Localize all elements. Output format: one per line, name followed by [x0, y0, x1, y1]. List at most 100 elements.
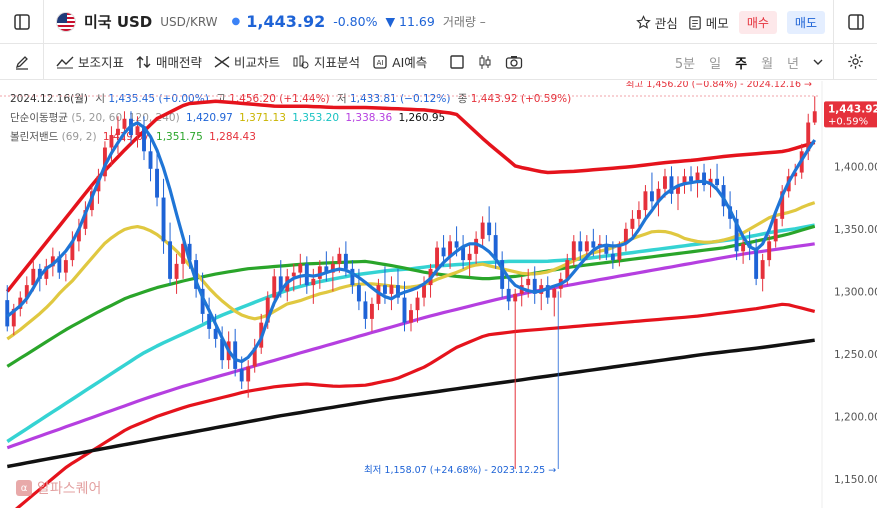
alphasquare-logo-icon: α: [16, 480, 32, 496]
candle-body: [148, 151, 153, 169]
candle-body: [311, 278, 316, 286]
candle-body: [389, 285, 394, 294]
candle-body: [441, 247, 446, 257]
price-chart[interactable]: 1,150.00 1,200.00 1,250.00 1,300.00 1,350.00…: [0, 79, 877, 512]
volume: 거래량 –: [442, 15, 486, 29]
current-price: 1,443.92: [246, 12, 326, 31]
candle-body: [135, 126, 140, 136]
candle-body: [630, 218, 635, 229]
candle-body: [174, 263, 179, 279]
candle-body: [109, 135, 114, 148]
chevron-down-icon[interactable]: [813, 58, 823, 66]
candle-body: [643, 191, 648, 211]
candle-body: [663, 176, 667, 189]
candle-body: [767, 241, 772, 261]
sidebar-toggle-button[interactable]: [0, 0, 44, 43]
candle-body: [715, 178, 720, 186]
candle-body: [741, 243, 746, 252]
tool-label: 보조지표: [78, 55, 125, 70]
period-5min[interactable]: 5분: [675, 53, 695, 72]
low-annotation: 최저 1,158.07 (+24.68%) - 2023.12.25 →: [364, 465, 556, 476]
y-tick-label: 1,350.00: [834, 224, 877, 236]
candle-body: [513, 293, 518, 302]
candle-body: [571, 241, 576, 261]
y-tick-label: 1,300.00: [834, 286, 877, 298]
change-value: ▼ 11.69: [385, 14, 435, 29]
tool-label: 매매전략: [156, 55, 203, 70]
candle-body: [591, 241, 596, 248]
sma60-line: [6, 223, 816, 443]
tool-label: AI예측: [392, 55, 428, 70]
candle-body: [578, 241, 583, 252]
chart-toolbar: 보조지표 매매전략 비교차트 지표분석 AI AI예측 5분 일 주 월 년: [0, 44, 877, 80]
symbol-title[interactable]: 미국 USD: [84, 11, 152, 32]
header-actions: 관심 메모 매수 매도: [635, 0, 825, 44]
candle-body: [63, 260, 68, 273]
high-annotation: 최고 1,456.20 (−0.84%) - 2024.12.16 →: [626, 81, 812, 90]
chart-canvas[interactable]: 1,150.00 1,200.00 1,250.00 1,300.00 1,350.00…: [0, 79, 877, 512]
period-year[interactable]: 년: [787, 53, 799, 72]
tool-label: 비교차트: [234, 55, 281, 70]
watermark-text: 알파스퀘어: [37, 481, 102, 497]
candle-body: [246, 366, 251, 382]
candle-body: [168, 241, 173, 279]
last-price-label: 1,443.92: [828, 103, 877, 115]
candle-body: [122, 118, 127, 129]
tool-strategy[interactable]: 매매전략: [136, 52, 202, 71]
layout-toggle-button[interactable]: [449, 54, 465, 70]
tool-compare[interactable]: 비교차트: [214, 52, 280, 71]
memo-label: 메모: [705, 15, 729, 31]
candle-body: [467, 253, 472, 261]
watch-label: 관심: [654, 15, 678, 31]
top-bar: 미국 USD USD/KRW ● 1,443.92 -0.80% ▼ 11.69…: [0, 0, 877, 44]
candle-body: [402, 297, 407, 323]
screenshot-button[interactable]: [505, 54, 523, 70]
pencil-icon: [15, 55, 28, 70]
candle-body: [409, 310, 413, 323]
candle-body: [760, 260, 765, 279]
candle-body: [487, 222, 492, 236]
memo-button[interactable]: 메모: [688, 13, 729, 32]
candle-body: [474, 238, 479, 254]
period-month[interactable]: 월: [761, 53, 773, 72]
watch-button[interactable]: 관심: [635, 13, 678, 32]
bb-mid-line: [6, 224, 816, 368]
sell-button[interactable]: 매도: [786, 10, 825, 34]
candle-body: [552, 288, 557, 298]
sma120-line: [6, 242, 815, 450]
panel-toggle-button[interactable]: [833, 0, 877, 43]
chart-type-button[interactable]: [477, 54, 493, 70]
draw-tool-button[interactable]: [0, 44, 44, 79]
candle-body: [382, 285, 387, 294]
candle-body: [356, 285, 361, 302]
candle-body: [363, 301, 368, 319]
tool-analysis[interactable]: 지표분석: [292, 52, 360, 71]
settings-button[interactable]: [833, 44, 877, 79]
gear-icon: [848, 54, 863, 69]
candle-body: [343, 253, 348, 269]
candle-body: [161, 197, 166, 242]
candle-body: [369, 303, 374, 319]
tool-ai-predict[interactable]: AI AI예측: [372, 52, 427, 71]
y-tick-label: 1,400.00: [834, 161, 877, 173]
candle-body: [636, 210, 641, 219]
trade-arrows-icon: [136, 55, 151, 68]
candle-body: [298, 263, 303, 273]
candle-body: [337, 253, 342, 264]
sidebar-icon: [13, 13, 30, 30]
tool-indicators[interactable]: 보조지표: [56, 52, 124, 71]
tool-label: 지표분석: [314, 55, 361, 70]
ai-chip-icon: AI: [373, 54, 387, 69]
candle-body: [526, 278, 531, 286]
period-week[interactable]: 주: [735, 53, 747, 72]
change-percent: -0.80%: [333, 14, 378, 29]
candle-body: [239, 368, 244, 382]
watermark: α 알파스퀘어: [16, 478, 101, 498]
candle-body: [480, 222, 485, 239]
camera-icon: [506, 55, 523, 69]
y-tick-label: 1,150.00: [834, 474, 877, 486]
candle-body: [435, 247, 440, 269]
live-dot-icon: ●: [231, 16, 241, 27]
period-day[interactable]: 일: [709, 53, 721, 72]
buy-button[interactable]: 매수: [738, 10, 777, 34]
